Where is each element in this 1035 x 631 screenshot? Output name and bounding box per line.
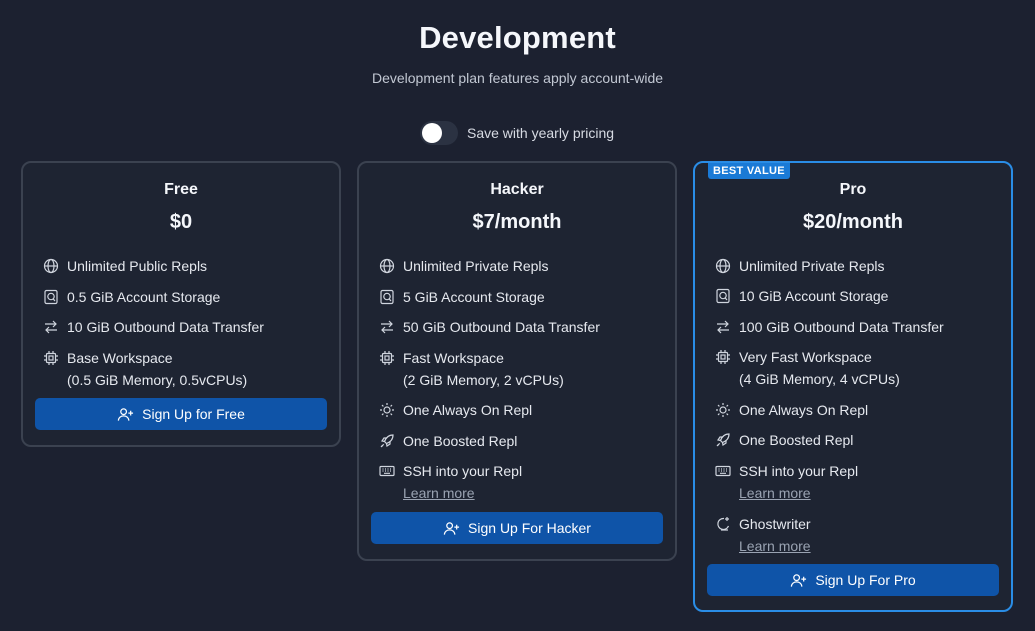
feature-text: One Always On Repl bbox=[403, 402, 533, 418]
storage-icon bbox=[715, 288, 731, 304]
sun-icon bbox=[379, 402, 395, 418]
feature-text: 50 GiB Outbound Data Transfer bbox=[403, 319, 600, 335]
ghostwriter-icon bbox=[715, 516, 731, 532]
plan-card-free: Free $0 Unlimited Public Repls 0.5 GiB A… bbox=[21, 161, 341, 447]
feature-text: Very Fast Workspace bbox=[739, 349, 872, 365]
learn-more-link[interactable]: Learn more bbox=[739, 482, 811, 504]
switch-knob bbox=[422, 123, 442, 143]
add-user-icon bbox=[117, 406, 134, 423]
feature-text: SSH into your Repl bbox=[739, 463, 859, 479]
feature-subtext: (4 GiB Memory, 4 vCPUs) bbox=[739, 371, 900, 387]
globe-icon bbox=[715, 258, 731, 274]
feature-text: 10 GiB Account Storage bbox=[739, 288, 889, 304]
feature-text: 5 GiB Account Storage bbox=[403, 289, 545, 305]
transfer-icon bbox=[43, 319, 59, 335]
keyboard-icon bbox=[715, 463, 731, 479]
feature-text: SSH into your Repl bbox=[403, 463, 523, 479]
feature-text: One Boosted Repl bbox=[403, 433, 518, 449]
feature-text: Base Workspace bbox=[67, 350, 173, 366]
feature-subtext: (2 GiB Memory, 2 vCPUs) bbox=[403, 372, 564, 388]
add-user-icon bbox=[790, 572, 807, 589]
transfer-icon bbox=[715, 319, 731, 335]
button-label: Sign Up For Hacker bbox=[468, 520, 591, 536]
sun-icon bbox=[715, 402, 731, 418]
sign-up-free-button[interactable]: Sign Up for Free bbox=[35, 398, 327, 430]
page-title: Development bbox=[419, 20, 616, 55]
sign-up-hacker-button[interactable]: Sign Up For Hacker bbox=[371, 512, 663, 544]
add-user-icon bbox=[443, 520, 460, 537]
keyboard-icon bbox=[379, 463, 395, 479]
feature-text: One Always On Repl bbox=[739, 402, 869, 418]
rocket-icon bbox=[379, 433, 395, 449]
plan-name: Pro bbox=[839, 181, 867, 198]
plan-price: $20/month bbox=[802, 211, 904, 233]
plan-price: $0 bbox=[169, 211, 193, 233]
learn-more-link[interactable]: Learn more bbox=[739, 535, 811, 557]
cpu-icon bbox=[43, 350, 59, 366]
feature-text: One Boosted Repl bbox=[739, 432, 854, 448]
plan-card-hacker: Hacker $7/month Unlimited Private Repls … bbox=[357, 161, 677, 561]
feature-text: Unlimited Public Repls bbox=[67, 258, 208, 274]
button-label: Sign Up for Free bbox=[142, 406, 245, 422]
storage-icon bbox=[379, 289, 395, 305]
feature-text: Ghostwriter bbox=[739, 516, 811, 532]
yearly-pricing-toggle-row: Save with yearly pricing bbox=[420, 121, 614, 145]
yearly-pricing-switch[interactable] bbox=[420, 121, 458, 145]
page-subtitle: Development plan features apply account-… bbox=[371, 70, 664, 86]
globe-icon bbox=[43, 258, 59, 274]
feature-text: 0.5 GiB Account Storage bbox=[67, 289, 221, 305]
storage-icon bbox=[43, 289, 59, 305]
best-value-badge: BEST VALUE bbox=[708, 163, 790, 179]
feature-text: Fast Workspace bbox=[403, 350, 504, 366]
feature-subtext: (0.5 GiB Memory, 0.5vCPUs) bbox=[67, 372, 248, 388]
plan-name: Free bbox=[164, 181, 198, 198]
transfer-icon bbox=[379, 319, 395, 335]
cpu-icon bbox=[715, 349, 731, 365]
feature-text: Unlimited Private Repls bbox=[739, 258, 885, 274]
learn-more-link[interactable]: Learn more bbox=[403, 482, 475, 504]
rocket-icon bbox=[715, 432, 731, 448]
yearly-pricing-label: Save with yearly pricing bbox=[467, 125, 615, 141]
feature-text: 10 GiB Outbound Data Transfer bbox=[67, 319, 264, 335]
feature-text: 100 GiB Outbound Data Transfer bbox=[739, 319, 944, 335]
plan-name: Hacker bbox=[490, 181, 544, 198]
globe-icon bbox=[379, 258, 395, 274]
button-label: Sign Up For Pro bbox=[815, 572, 916, 588]
plan-price: $7/month bbox=[472, 211, 562, 233]
plan-card-pro: BEST VALUE Pro $20/month Unlimited Priva… bbox=[693, 161, 1013, 612]
sign-up-pro-button[interactable]: Sign Up For Pro bbox=[707, 564, 999, 596]
cpu-icon bbox=[379, 350, 395, 366]
feature-text: Unlimited Private Repls bbox=[403, 258, 549, 274]
